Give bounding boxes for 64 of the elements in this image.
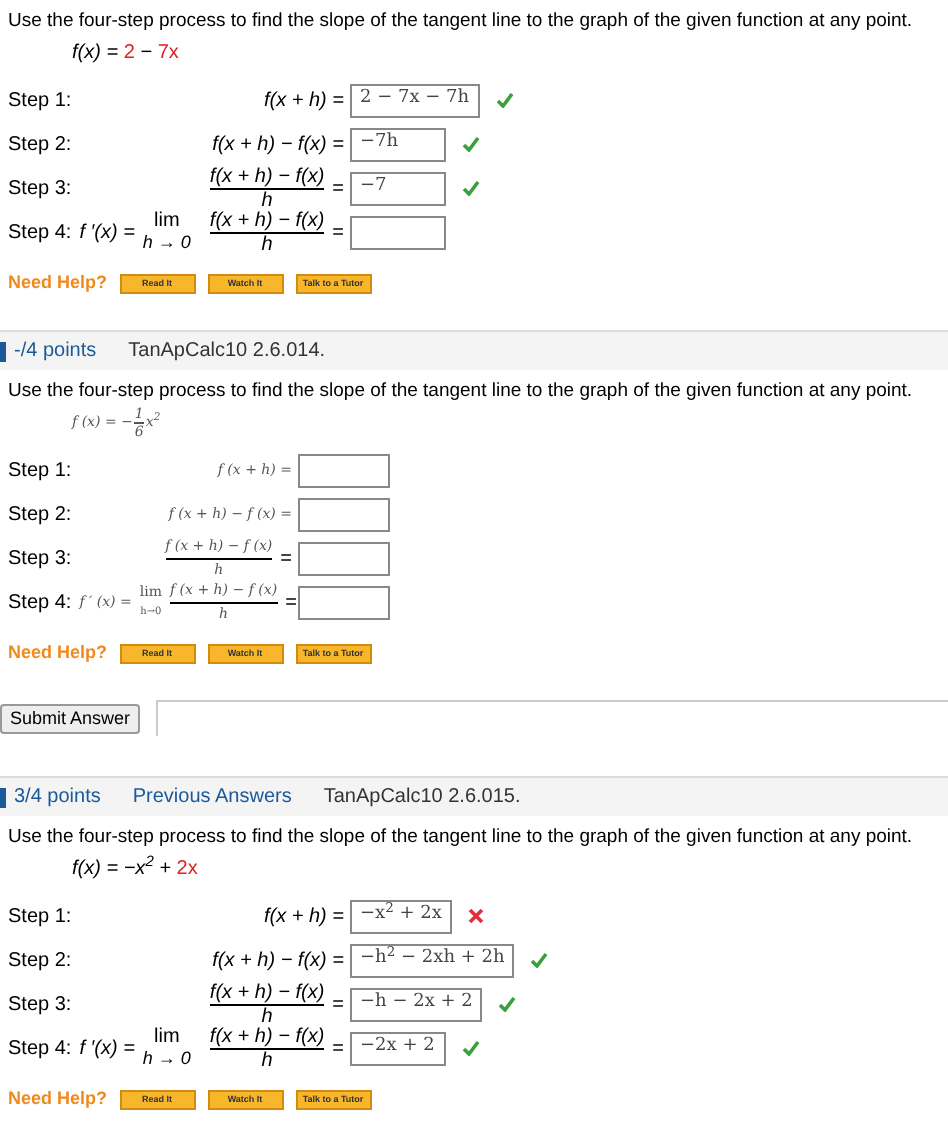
limit-label: lim (154, 212, 180, 232)
answer-field[interactable]: 2 − 7x − 7h (350, 83, 480, 117)
step-label: Step 3: (8, 545, 72, 573)
need-help-label: Need Help? (8, 270, 108, 297)
step-expression: f(x + h) = (263, 903, 344, 931)
answer-field[interactable]: −7 (350, 171, 446, 205)
function-formula: f(x) = 2 − 7x (72, 39, 181, 67)
denominator: h (261, 1005, 273, 1027)
question-prompt: Use the four-step process to find the slope of the tangent line to the graph of the given function at any point. (6, 824, 915, 850)
numerator: f(x + h) − f(x) (209, 209, 325, 233)
equals-sign: = (280, 545, 292, 573)
limit-label: lim (154, 1028, 180, 1048)
status-marker (0, 341, 6, 361)
question-code: TanApCalc10 2.6.015. (323, 784, 521, 812)
step-label: Step 1: (8, 87, 72, 115)
status-marker (0, 787, 6, 807)
denominator: h (261, 233, 273, 255)
points-label: -/4 points (14, 338, 97, 366)
numerator: f(x + h) − f(x) (209, 981, 325, 1005)
answer-field[interactable] (298, 453, 390, 487)
answer-field[interactable] (298, 541, 390, 575)
denominator: h (261, 189, 273, 211)
numerator: f(x + h) − f(x) (209, 1025, 325, 1049)
step-label: Step 4: (8, 1035, 72, 1063)
question-code: TanApCalc10 2.6.014. (128, 338, 326, 366)
answer-field[interactable]: −7h (350, 127, 446, 161)
equals-sign: = (285, 589, 297, 617)
step-label: Step 1: (8, 903, 72, 931)
step-label: Step 1: (8, 457, 72, 485)
limit-subscript: h → 0 (142, 1048, 191, 1068)
equals-sign: = (332, 1035, 344, 1063)
points-label: 3/4 points (14, 784, 101, 812)
equals-sign: = (332, 175, 344, 203)
answer-field[interactable] (350, 215, 446, 249)
need-help-label: Need Help? (8, 1086, 108, 1113)
step-expression: f(x + h) − f(x) = (212, 131, 344, 159)
step-label: Step 2: (8, 501, 72, 529)
question-prompt: Use the four-step process to find the slope of the tangent line to the graph of the given function at any point. (6, 378, 915, 404)
equals-sign: = (332, 219, 344, 247)
step-label: Step 4: (8, 219, 72, 247)
answer-field[interactable] (298, 497, 390, 531)
step-label: Step 3: (8, 175, 72, 203)
submit-answer-button[interactable]: Submit Answer (0, 703, 141, 733)
answer-field[interactable]: −2x + 2 (350, 1031, 446, 1065)
function-formula: f(x) = −x$^{2}$ + 2x (72, 850, 200, 883)
step-label: Step 2: (8, 131, 72, 159)
answer-field[interactable] (298, 585, 390, 619)
derivative-label: f ′(x) = (79, 219, 135, 247)
need-help-label: Need Help? (8, 640, 108, 667)
numerator: f(x + h) − f(x) (209, 165, 325, 189)
previous-answers-link[interactable]: Previous Answers (132, 782, 292, 812)
denominator: h (261, 1049, 273, 1071)
question-prompt: Use the four-step process to find the slope of the tangent line to the graph of the given function at any point. (6, 8, 915, 34)
answer-field[interactable]: −h − 2x + 2 (350, 987, 483, 1021)
equals-sign: = (332, 991, 344, 1019)
step-label: Step 4: (8, 589, 72, 617)
step-expression: f(x + h) − f(x) = (212, 947, 344, 975)
limit-subscript: h → 0 (142, 232, 191, 252)
step-label: Step 3: (8, 991, 72, 1019)
answer-field[interactable]: −h$^{2}$ − 2xh + 2h (350, 943, 515, 977)
step-label: Step 2: (8, 947, 72, 975)
derivative-label: f ′(x) = (79, 1035, 135, 1063)
step-expression: f(x + h) = (263, 87, 344, 115)
answer-field[interactable]: −x$^{2}$ + 2x (350, 899, 452, 933)
